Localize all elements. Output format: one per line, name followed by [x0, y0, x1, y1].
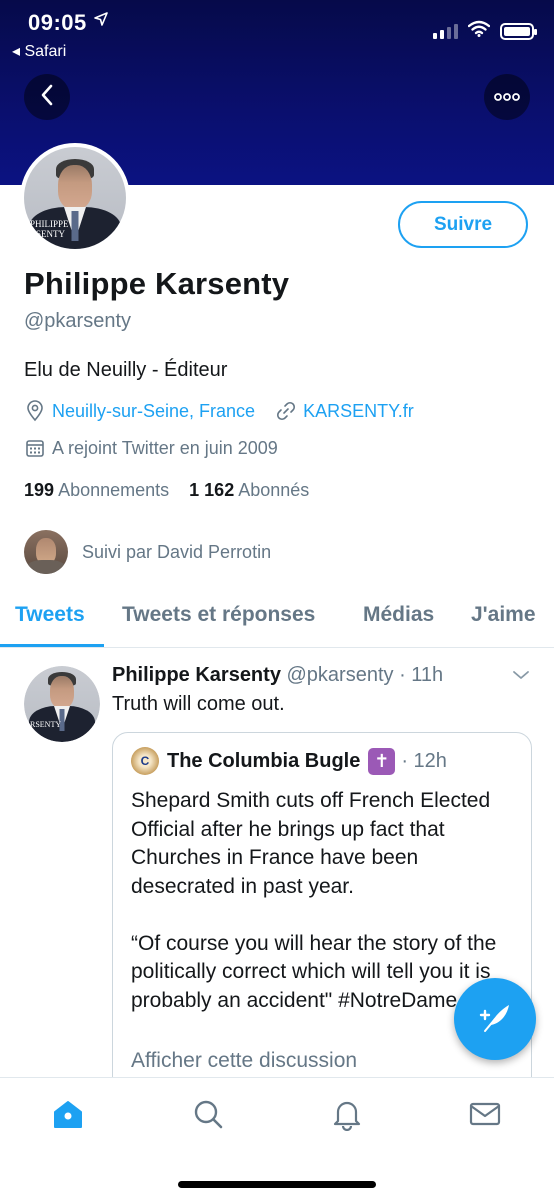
calendar-icon [24, 437, 46, 459]
cellular-signal-icon [433, 23, 458, 39]
tab-tweets-and-replies[interactable]: Tweets et réponses [122, 603, 315, 627]
chevron-left-icon [39, 83, 55, 112]
compose-tweet-button[interactable] [454, 978, 536, 1060]
home-icon [51, 1097, 85, 1136]
follower-avatar [24, 530, 68, 574]
profile-website-link[interactable]: KARSENTY.fr [303, 401, 414, 422]
home-indicator[interactable] [178, 1181, 376, 1188]
cross-emoji-icon: ✝ [368, 747, 396, 775]
compose-feather-icon [475, 997, 515, 1042]
profile-location: Neuilly-sur-Seine, France [52, 400, 256, 421]
followed-by-row[interactable]: Suivi par David Perrotin [24, 530, 271, 574]
back-button[interactable] [24, 74, 70, 120]
tab-likes[interactable]: J'aime [471, 603, 536, 627]
profile-location-row: Neuilly-sur-Seine, France KARSENTY.fr [24, 400, 414, 422]
profile-tabs: Tweets Tweets et réponses Médias J'aime [0, 588, 554, 648]
followed-by-text: Suivi par David Perrotin [82, 541, 272, 562]
tweet-text: Truth will come out. [112, 693, 285, 715]
show-thread-link[interactable]: Afficher cette discussion [131, 1049, 357, 1073]
profile-joined-date: A rejoint Twitter en juin 2009 [52, 437, 278, 458]
location-arrow-icon [94, 12, 108, 31]
quoted-tweet[interactable]: C The Columbia Bugle ✝ · 12h Shepard Smi… [112, 732, 532, 1112]
tweet-author-avatar[interactable]: RSENTY [24, 666, 100, 742]
link-icon [275, 400, 297, 422]
battery-icon [500, 22, 537, 40]
tab-tweets[interactable]: Tweets [15, 603, 85, 627]
follow-button[interactable]: Suivre [398, 201, 528, 248]
back-to-safari-link[interactable]: ◂ Safari [12, 41, 66, 61]
tweet-author-handle: @pkarsenty [286, 664, 394, 686]
more-options-button[interactable] [484, 74, 530, 120]
envelope-icon [468, 1097, 502, 1136]
status-indicators [433, 20, 537, 42]
nav-notifications[interactable] [327, 1096, 367, 1136]
chevron-down-icon[interactable] [512, 668, 530, 686]
followers-link[interactable]: 1 162 Abonnés [189, 480, 309, 500]
profile-bio: Elu de Neuilly - Éditeur [24, 359, 228, 381]
profile-name: Philippe Karsenty [24, 266, 290, 301]
more-dots-icon [494, 88, 520, 106]
quoted-tweet-header: C The Columbia Bugle ✝ · 12h [131, 747, 447, 775]
location-pin-icon [24, 400, 46, 422]
profile-counts: 199 Abonnements 1 162 Abonnés [24, 480, 309, 501]
nav-messages[interactable] [465, 1096, 505, 1136]
nav-search[interactable] [188, 1096, 228, 1136]
status-time: 09:05 [28, 10, 87, 35]
tab-media[interactable]: Médias [363, 603, 434, 627]
following-link[interactable]: 199 Abonnements [24, 480, 169, 500]
nav-home[interactable] [48, 1096, 88, 1136]
bell-icon [330, 1097, 364, 1136]
search-icon [191, 1097, 225, 1136]
status-bar: 09:05 ◂ Safari [0, 0, 554, 70]
quoted-author-avatar: C [131, 747, 159, 775]
profile-joined-row: A rejoint Twitter en juin 2009 [24, 437, 278, 459]
wifi-icon [467, 20, 491, 42]
quoted-tweet-text: Shepard Smith cuts off French Elected Of… [131, 789, 497, 1012]
active-tab-indicator [0, 644, 104, 647]
tweet-header: Philippe Karsenty @pkarsenty · 11h [112, 664, 443, 687]
profile-handle: @pkarsenty [24, 310, 132, 332]
quoted-author-name: The Columbia Bugle [167, 749, 361, 772]
profile-avatar[interactable]: PHILIPPE RSENTY [20, 143, 130, 253]
tweet-time: · 11h [399, 664, 444, 686]
quoted-tweet-time: · 12h [401, 749, 447, 772]
tweet-author-name[interactable]: Philippe Karsenty [112, 664, 281, 686]
